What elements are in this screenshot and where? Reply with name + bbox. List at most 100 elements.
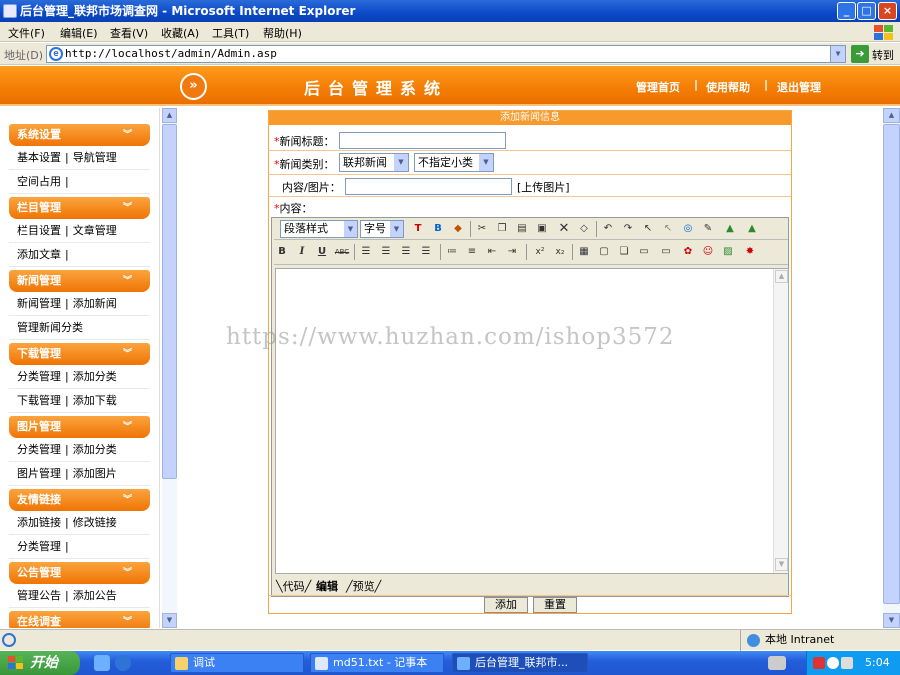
menu-favorites[interactable]: 收藏(A): [161, 25, 199, 41]
address-dropdown-icon[interactable]: ▼: [830, 45, 846, 63]
reset-button[interactable]: 重置: [533, 597, 577, 613]
paste-icon[interactable]: ▤: [514, 221, 530, 237]
highlight-icon[interactable]: ◆: [450, 221, 466, 237]
sidebar-item-add-link[interactable]: 添加链接: [17, 516, 61, 529]
sidebar-item-nav-manage[interactable]: 导航管理: [73, 151, 117, 164]
spellcheck-icon[interactable]: ✎: [700, 221, 716, 237]
sidebar-item-add-article[interactable]: 添加文章: [17, 248, 61, 261]
eraser-icon[interactable]: ◇: [576, 221, 592, 237]
link-icon[interactable]: ▲: [722, 221, 738, 237]
image-icon[interactable]: ▨: [720, 244, 736, 260]
tray-network-icon[interactable]: [827, 657, 839, 669]
indent-icon[interactable]: ⇥: [504, 244, 520, 260]
sidebar-section-system[interactable]: 系统设置 ︾: [9, 124, 150, 146]
cut-icon[interactable]: ✂: [474, 221, 490, 237]
sidebar-item-notice-manage[interactable]: 管理公告: [17, 589, 61, 602]
copy-icon[interactable]: ❐: [494, 221, 510, 237]
menu-view[interactable]: 查看(V): [110, 25, 148, 41]
news-title-input[interactable]: [339, 132, 506, 149]
paragraph-style-select[interactable]: 段落样式 ▼: [280, 220, 358, 238]
align-center-icon[interactable]: ☰: [378, 244, 394, 260]
tab-edit[interactable]: 编辑: [316, 580, 338, 594]
font-size-select[interactable]: 字号 ▼: [360, 220, 404, 238]
keyboard-icon[interactable]: [768, 656, 786, 670]
align-left-icon[interactable]: ☰: [358, 244, 374, 260]
marquee-icon[interactable]: ▭: [658, 244, 674, 260]
tab-preview[interactable]: ╱预览╱: [346, 580, 381, 594]
close-button[interactable]: ×: [878, 2, 897, 20]
sidebar-section-links[interactable]: 友情链接 ︾: [9, 489, 150, 511]
scroll-down-icon[interactable]: ▼: [883, 613, 900, 628]
flash-icon[interactable]: ✸: [742, 244, 758, 260]
sidebar-section-notices[interactable]: 公告管理 ︾: [9, 562, 150, 584]
menu-tools[interactable]: 工具(T): [212, 25, 249, 41]
scroll-thumb[interactable]: [162, 124, 177, 479]
page-icon[interactable]: ❏: [616, 244, 632, 260]
taskbar-item-notepad[interactable]: md51.txt - 记事本: [310, 653, 444, 673]
scroll-up-icon[interactable]: ▲: [775, 270, 788, 283]
sidebar-item-news-category[interactable]: 管理新闻分类: [17, 321, 83, 334]
special-char-icon[interactable]: ✿: [680, 244, 696, 260]
taskbar-item-ie[interactable]: 后台管理_联邦市...: [452, 653, 588, 673]
title-bar[interactable]: 后台管理_联邦市场调查网 - Microsoft Internet Explor…: [0, 0, 900, 22]
bold-icon[interactable]: B: [274, 244, 290, 260]
subscript-icon[interactable]: x₂: [552, 244, 568, 260]
italic-icon[interactable]: I: [294, 244, 310, 260]
address-input[interactable]: e http://localhost/admin/Admin.asp ▼: [46, 45, 846, 63]
scroll-down-icon[interactable]: ▼: [162, 613, 177, 628]
tab-code[interactable]: ╲代码╱: [276, 580, 311, 594]
frame-icon[interactable]: ▢: [596, 244, 612, 260]
add-button[interactable]: 添加: [484, 597, 528, 613]
minimize-button[interactable]: _: [837, 2, 856, 20]
scroll-up-icon[interactable]: ▲: [162, 108, 177, 123]
sidebar-item-image-manage[interactable]: 图片管理: [17, 467, 61, 480]
sidebar-section-columns[interactable]: 栏目管理 ︾: [9, 197, 150, 219]
redo-icon[interactable]: ↷: [620, 221, 636, 237]
menu-help[interactable]: 帮助(H): [263, 25, 302, 41]
sidebar-section-images[interactable]: 图片管理 ︾: [9, 416, 150, 438]
sidebar-item-add-download[interactable]: 添加下载: [73, 394, 117, 407]
image-path-input[interactable]: [345, 178, 512, 195]
ordered-list-icon[interactable]: ≔: [444, 244, 460, 260]
go-button[interactable]: ➔ 转到: [851, 45, 897, 63]
start-button[interactable]: 开始: [0, 651, 80, 675]
back-color-icon[interactable]: B: [430, 221, 446, 237]
menu-edit[interactable]: 编辑(E): [60, 25, 98, 41]
tray-volume-icon[interactable]: [841, 657, 853, 669]
paste-text-icon[interactable]: ▣: [534, 221, 550, 237]
nav-admin-home[interactable]: 管理首页: [636, 79, 680, 95]
undo-icon[interactable]: ↶: [600, 221, 616, 237]
sidebar-item-add-download-category[interactable]: 添加分类: [73, 370, 117, 383]
sidebar-scrollbar[interactable]: ▲ ▼: [162, 108, 177, 628]
justify-icon[interactable]: ☰: [418, 244, 434, 260]
scroll-up-icon[interactable]: ▲: [883, 108, 900, 123]
maximize-button[interactable]: □: [857, 2, 876, 20]
sidebar-item-article-manage[interactable]: 文章管理: [73, 224, 117, 237]
sidebar-section-news[interactable]: 新闻管理 ︾: [9, 270, 150, 292]
unlink-icon[interactable]: ▲: [744, 221, 760, 237]
show-desktop-icon[interactable]: [94, 655, 110, 671]
select-all-icon[interactable]: ↖: [640, 221, 656, 237]
align-right-icon[interactable]: ☰: [398, 244, 414, 260]
nav-help[interactable]: 使用帮助: [706, 79, 750, 95]
sidebar-item-basic-settings[interactable]: 基本设置: [17, 151, 61, 164]
upload-image-link[interactable]: [上传图片]: [517, 179, 570, 195]
sidebar-item-add-image-category[interactable]: 添加分类: [73, 443, 117, 456]
sidebar-item-image-category[interactable]: 分类管理: [17, 443, 61, 456]
outdent-icon[interactable]: ⇤: [484, 244, 500, 260]
sidebar-item-column-settings[interactable]: 栏目设置: [17, 224, 61, 237]
sidebar-item-add-news[interactable]: 添加新闻: [73, 297, 117, 310]
fore-color-icon[interactable]: T: [410, 221, 426, 237]
editor-content-area[interactable]: ▲ ▼: [275, 268, 789, 574]
hr-icon[interactable]: ▭: [636, 244, 652, 260]
delete-icon[interactable]: ✕: [556, 221, 572, 237]
sidebar-item-download-manage[interactable]: 下载管理: [17, 394, 61, 407]
scroll-down-icon[interactable]: ▼: [775, 558, 788, 571]
emoticon-icon[interactable]: ☺: [700, 244, 716, 260]
sidebar-item-link-category[interactable]: 分类管理: [17, 540, 61, 553]
scroll-thumb[interactable]: [883, 124, 900, 604]
sidebar-item-download-category[interactable]: 分类管理: [17, 370, 61, 383]
nav-logout[interactable]: 退出管理: [777, 79, 821, 95]
table-icon[interactable]: ▦: [576, 244, 592, 260]
strikethrough-icon[interactable]: ABC: [334, 244, 350, 260]
